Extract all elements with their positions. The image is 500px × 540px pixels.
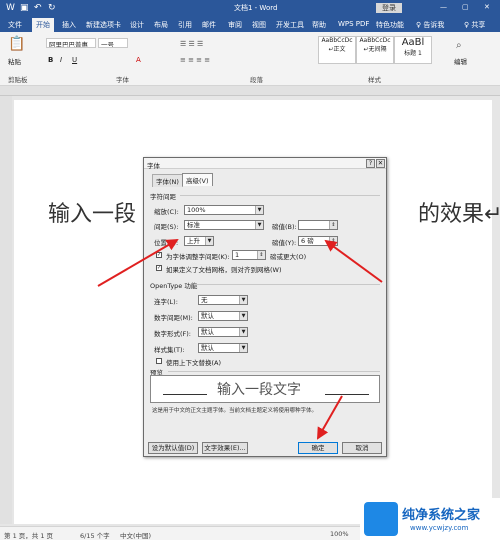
logo-mark xyxy=(364,502,398,536)
zoom-level[interactable]: 100% xyxy=(330,530,349,538)
language[interactable]: 中文(中国) xyxy=(120,530,151,540)
annotation-arrows xyxy=(97,238,383,440)
watermark-logo: 纯净系统之家 www.ycwjzy.com xyxy=(360,498,500,540)
word-count[interactable]: 6/15 个字 xyxy=(80,530,110,540)
brand-name: 纯净系统之家 xyxy=(402,508,481,523)
page-count[interactable]: 第 1 页，共 1 页 xyxy=(4,530,53,540)
brand-url: www.ycwjzy.com xyxy=(410,524,469,532)
arrow-to-position xyxy=(97,238,179,287)
arrow-to-position-by xyxy=(324,239,383,283)
arrow-to-ok xyxy=(317,395,343,440)
